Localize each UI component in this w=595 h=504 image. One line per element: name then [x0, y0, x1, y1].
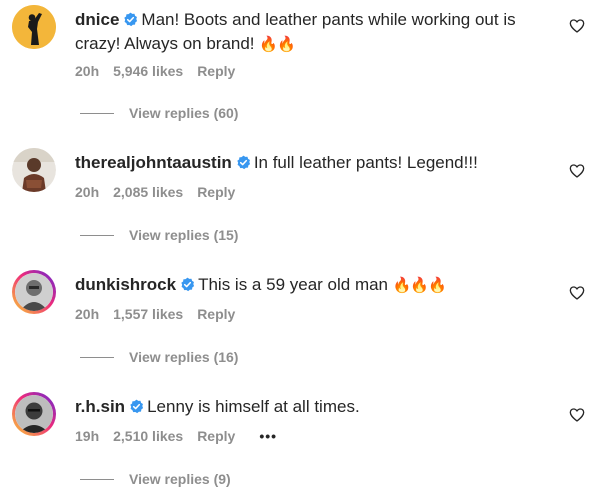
person-photo-icon — [15, 273, 53, 311]
comment-item: therealjohntaaustin In full leather pants… — [0, 122, 595, 244]
heart-icon[interactable] — [569, 285, 585, 301]
username[interactable]: dunkishrock — [75, 275, 176, 294]
replies-divider — [80, 479, 114, 480]
comment-meta: 20h 2,085 likes Reply — [75, 182, 249, 202]
view-replies-button[interactable]: View replies (9) — [129, 469, 231, 489]
view-replies-button[interactable]: View replies (16) — [129, 347, 238, 367]
reply-button[interactable]: Reply — [197, 63, 235, 79]
fire-emoji: 🔥🔥🔥 — [392, 276, 447, 294]
verified-badge-icon — [130, 399, 144, 414]
verified-badge-icon — [237, 155, 250, 170]
like-count[interactable]: 2,085 likes — [113, 184, 183, 200]
view-replies-button[interactable]: View replies (15) — [129, 225, 238, 245]
comment-text-line2: crazy! Always on brand! — [75, 34, 255, 53]
username[interactable]: r.h.sin — [75, 397, 125, 416]
verified-badge-icon — [124, 12, 138, 27]
comment-item: r.h.sin Lenny is himself at all times. 19… — [0, 366, 595, 488]
comment-text: This is a 59 year old man — [198, 275, 389, 294]
silhouette-raised-arm-icon — [12, 5, 56, 49]
replies-divider — [80, 357, 114, 358]
heart-icon[interactable] — [569, 18, 585, 34]
comment-text: Lenny is himself at all times. — [147, 397, 360, 416]
comment-meta: 20h 1,557 likes Reply — [75, 304, 249, 324]
more-options-icon[interactable]: ••• — [259, 428, 277, 444]
comment-text-line1: Man! Boots and leather pants while worki… — [141, 10, 516, 29]
reply-button[interactable]: Reply — [197, 306, 235, 322]
avatar-image — [15, 395, 53, 433]
comment-time: 20h — [75, 184, 100, 200]
comment-item: dnice Man! Boots and leather pants while … — [0, 0, 595, 122]
comment-time: 19h — [75, 428, 100, 444]
comment-body: therealjohntaaustin In full leather pants… — [75, 151, 545, 175]
person-photo-icon — [15, 395, 53, 433]
comment-text: In full leather pants! Legend!!! — [253, 153, 478, 172]
reply-button[interactable]: Reply — [197, 428, 235, 444]
replies-divider — [80, 113, 114, 114]
fire-emoji: 🔥🔥 — [259, 35, 295, 53]
comment-body: r.h.sin Lenny is himself at all times. — [75, 395, 545, 419]
avatar[interactable] — [12, 392, 56, 436]
heart-icon[interactable] — [569, 407, 585, 423]
comment-meta: 20h 5,946 likes Reply — [75, 61, 249, 81]
avatar[interactable] — [12, 270, 56, 314]
comment-body: dnice Man! Boots and leather pants while … — [75, 8, 545, 56]
comment-item: dunkishrock This is a 59 year old man 🔥🔥🔥… — [0, 244, 595, 366]
like-count[interactable]: 1,557 likes — [113, 306, 183, 322]
username[interactable]: dnice — [75, 10, 119, 29]
heart-icon[interactable] — [569, 163, 585, 179]
comment-time: 20h — [75, 63, 100, 79]
reply-button[interactable]: Reply — [197, 184, 235, 200]
username[interactable]: therealjohntaaustin — [75, 153, 232, 172]
comment-time: 20h — [75, 306, 100, 322]
avatar-image — [15, 273, 53, 311]
comment-meta: 19h 2,510 likes Reply ••• — [75, 426, 291, 446]
like-count[interactable]: 5,946 likes — [113, 63, 183, 79]
like-count[interactable]: 2,510 likes — [113, 428, 183, 444]
avatar[interactable] — [12, 5, 56, 49]
view-replies-button[interactable]: View replies (60) — [129, 103, 238, 123]
verified-badge-icon — [181, 277, 195, 292]
replies-divider — [80, 235, 114, 236]
avatar[interactable] — [12, 148, 56, 192]
comment-body: dunkishrock This is a 59 year old man 🔥🔥🔥 — [75, 273, 545, 297]
person-photo-icon — [12, 148, 56, 192]
